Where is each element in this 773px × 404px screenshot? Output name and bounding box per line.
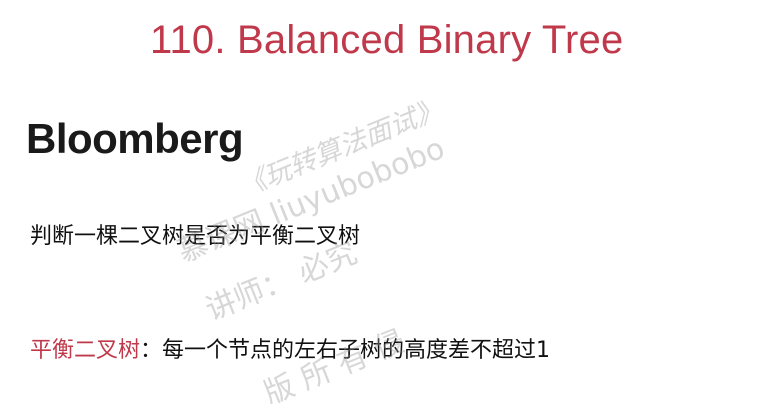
slide: 110. Balanced Binary Tree Bloomberg 判断一棵… bbox=[0, 0, 773, 404]
definition-separator: ： bbox=[140, 338, 163, 363]
definition-line: 平衡二叉树：每一个节点的左右子树的高度差不超过1 bbox=[30, 338, 550, 364]
definition-body: 每一个节点的左右子树的高度差不超过1 bbox=[162, 338, 551, 363]
question-text: 判断一棵二叉树是否为平衡二叉树 bbox=[30, 224, 361, 249]
watermark-course-name: 《玩转算法面试》 bbox=[234, 93, 447, 204]
definition-term: 平衡二叉树 bbox=[30, 338, 141, 363]
slide-title: 110. Balanced Binary Tree bbox=[150, 18, 624, 62]
company-name: Bloomberg bbox=[26, 115, 244, 162]
